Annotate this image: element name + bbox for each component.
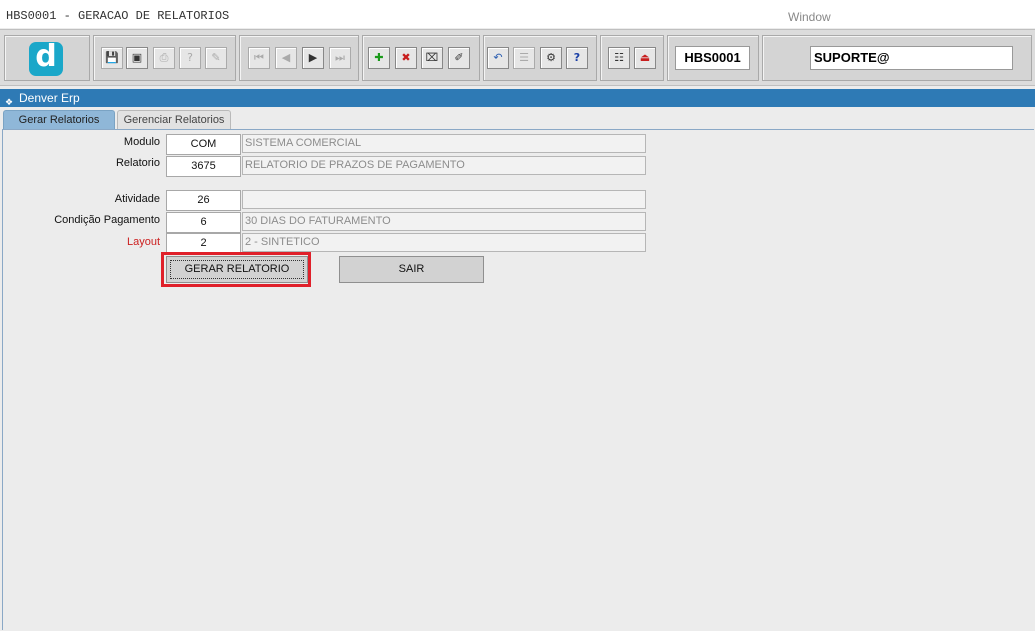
print-preview-icon[interactable]: ▣ — [126, 47, 148, 69]
tab-gerar-relatorios[interactable]: Gerar Relatorios — [3, 110, 115, 130]
menu-icon[interactable]: ☷ — [608, 47, 630, 69]
modulo-label: Modulo — [123, 136, 160, 148]
relatorio-code-field[interactable]: 3675 — [166, 156, 241, 177]
undo-icon[interactable]: ↶ — [487, 47, 509, 69]
atividade-label: Atividade — [114, 193, 160, 205]
execute-query-icon[interactable]: ✎ — [205, 47, 227, 69]
toolbar: d 💾 ▣ ⎙ ? ✎ ⏮ ◀ ▶ ⏭ ✚ ✖ ⌧ ✐ ↶ ☰ ⚙ ? ☷ ⏏ … — [0, 29, 1035, 86]
help-icon[interactable]: ? — [566, 47, 588, 69]
condicao-pagamento-desc-field: 30 DIAS DO FATURAMENTO — [242, 212, 646, 231]
clear-icon[interactable]: ⌧ — [421, 47, 443, 69]
logo-group: d — [4, 35, 90, 81]
list-icon[interactable]: ☰ — [513, 47, 535, 69]
app-title: HBS0001 - GERACAO DE RELATORIOS — [6, 9, 230, 23]
user-display: SUPORTE@ — [810, 46, 1013, 70]
condicao-pagamento-label: Condição Pagamento — [54, 214, 160, 226]
logo-letter: d — [35, 39, 57, 74]
tab-gerenciar-relatorios[interactable]: Gerenciar Relatorios — [117, 110, 231, 130]
modulo-desc-field: SISTEMA COMERCIAL — [242, 134, 646, 153]
condicao-pagamento-code-field[interactable]: 6 — [166, 212, 241, 233]
window-title: Denver Erp — [19, 91, 80, 105]
form-code-display: HBS0001 — [675, 46, 750, 70]
first-record-icon[interactable]: ⏮ — [248, 47, 270, 69]
layout-desc-field: 2 - SINTETICO — [242, 233, 646, 252]
menu-bar: HBS0001 - GERACAO DE RELATORIOS Window — [0, 0, 1035, 28]
last-record-icon[interactable]: ⏭ — [329, 47, 351, 69]
edit-icon[interactable]: ✐ — [448, 47, 470, 69]
layout-label: Layout — [126, 236, 160, 248]
modulo-code-field[interactable]: COM — [166, 134, 241, 155]
print-icon[interactable]: ⎙ — [153, 47, 175, 69]
next-record-icon[interactable]: ▶ — [302, 47, 324, 69]
tab-bar: Gerar Relatorios Gerenciar Relatorios — [0, 108, 1035, 130]
atividade-code-field[interactable]: 26 — [166, 190, 241, 211]
relatorio-label: Relatorio — [115, 157, 160, 169]
delete-record-icon[interactable]: ✖ — [395, 47, 417, 69]
previous-record-icon[interactable]: ◀ — [275, 47, 297, 69]
layout-code-field[interactable]: 2 — [166, 233, 241, 254]
save-icon[interactable]: 💾 — [101, 47, 123, 69]
exit-icon[interactable]: ⏏ — [634, 47, 656, 69]
atividade-desc-field — [242, 190, 646, 209]
sair-button[interactable]: SAIR — [339, 256, 484, 283]
insert-record-icon[interactable]: ✚ — [368, 47, 390, 69]
query-icon[interactable]: ? — [179, 47, 201, 69]
menu-window[interactable]: Window — [788, 10, 831, 24]
highlight-box — [161, 252, 311, 287]
tools-icon[interactable]: ⚙ — [540, 47, 562, 69]
relatorio-desc-field: RELATORIO DE PRAZOS DE PAGAMENTO — [242, 156, 646, 175]
denver-logo-icon: d — [29, 39, 63, 76]
window-title-bar: ❖ Denver Erp — [0, 89, 1035, 107]
